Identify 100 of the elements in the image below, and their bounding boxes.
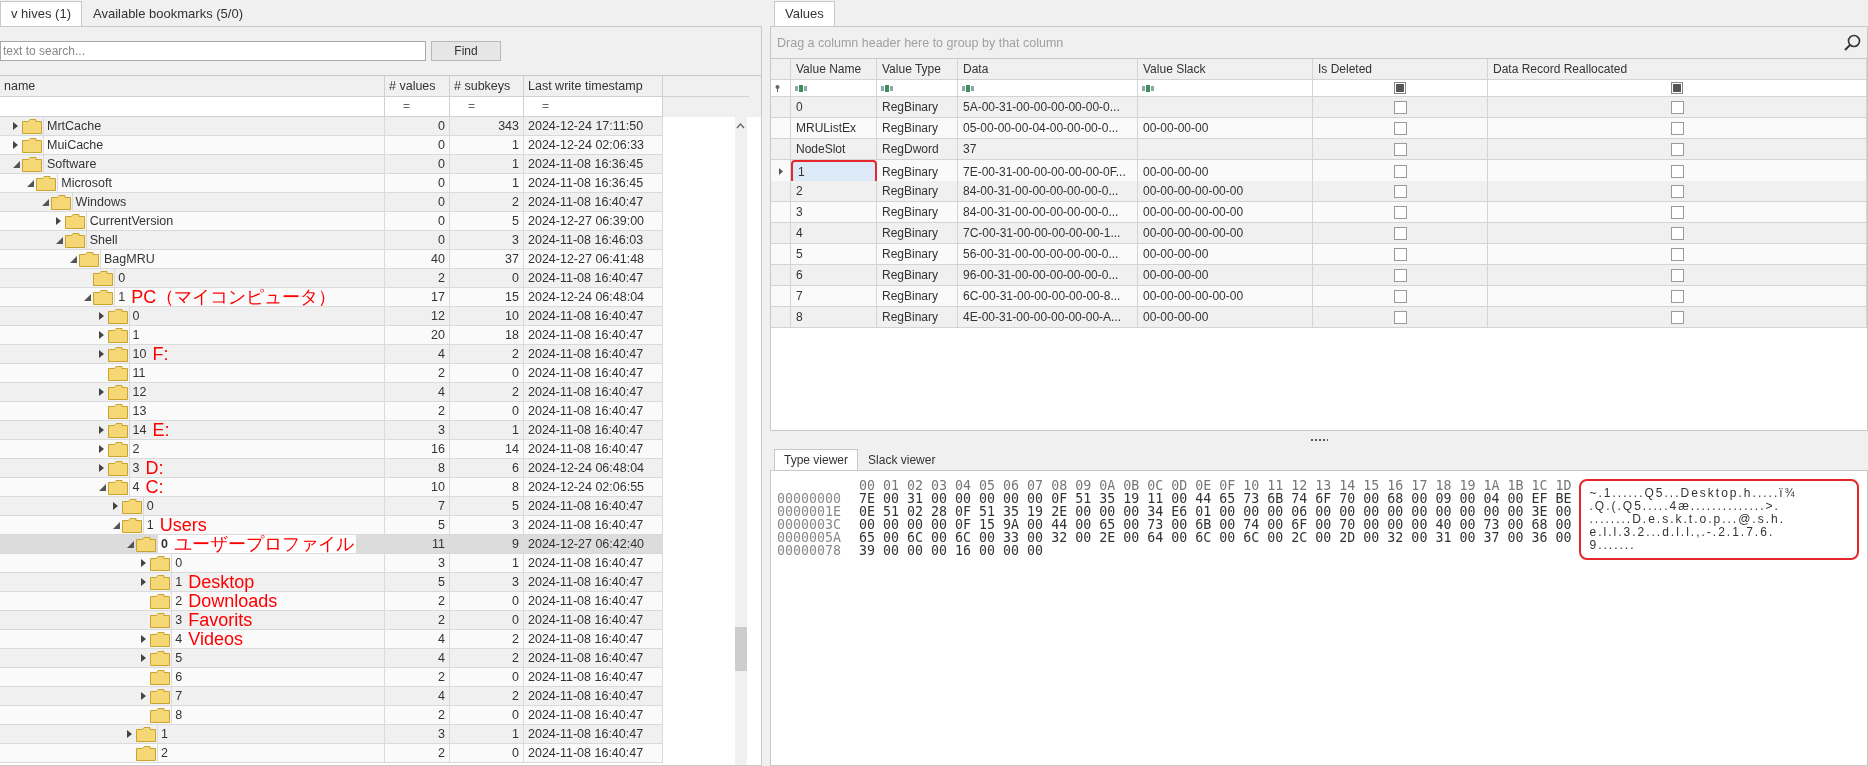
tree-row[interactable]: 2 16 14 2024-11-08 16:40:47 [0, 440, 663, 459]
checkbox[interactable] [1670, 247, 1684, 261]
expand-caret-icon[interactable] [141, 692, 147, 700]
tree-row[interactable]: 0 2 0 2024-11-08 16:40:47 [0, 269, 663, 288]
expand-caret-icon[interactable] [98, 445, 104, 453]
expand-caret-icon[interactable] [141, 578, 147, 586]
collapse-caret-icon[interactable] [27, 179, 35, 187]
expand-caret-icon[interactable] [127, 730, 132, 738]
checkbox[interactable] [1670, 289, 1684, 303]
tab[interactable]: Type viewer [774, 449, 859, 470]
checkbox[interactable] [1393, 121, 1407, 135]
table-row[interactable]: 4 RegBinary 7C-00-31-00-00-00-00-00-1... 00-00-00-00-00-00 [771, 223, 1867, 244]
tree-row[interactable]: 1 20 18 2024-11-08 16:40:47 [0, 326, 663, 345]
tree-row[interactable]: Windows 0 2 2024-11-08 16:40:47 [0, 193, 663, 212]
table-row[interactable]: 8 RegBinary 4E-00-31-00-00-00-00-00-A... 00-00-00-00 [771, 307, 1867, 328]
checkbox[interactable] [1393, 226, 1407, 240]
tree-row[interactable]: 6 2 0 2024-11-08 16:40:47 [0, 668, 663, 687]
checkbox[interactable] [1393, 247, 1407, 261]
table-row[interactable]: 1 RegBinary 7E-00-31-00-00-00-00-00-0F... 00-00-00-00 [771, 160, 1867, 181]
tree-row[interactable]: 1 Desktop 5 3 2024-11-08 16:40:47 [0, 573, 663, 592]
filter-checkbox[interactable] [1671, 82, 1683, 94]
checkbox[interactable] [1393, 310, 1407, 324]
text-filter-icon[interactable] [881, 84, 893, 92]
checkbox[interactable] [1670, 205, 1684, 219]
search-icon[interactable] [1844, 34, 1861, 51]
tree-row[interactable]: 7 4 2 2024-11-08 16:40:47 [0, 687, 663, 706]
table-row[interactable]: NodeSlot RegDword 37 [771, 139, 1867, 160]
collapse-caret-icon[interactable] [70, 255, 77, 263]
checkbox[interactable] [1393, 289, 1407, 303]
tree-row[interactable]: 2 Downloads 2 0 2024-11-08 16:40:47 [0, 592, 663, 611]
tab[interactable]: Values [774, 1, 835, 26]
tree-row[interactable]: 10 F: 4 2 2024-11-08 16:40:47 [0, 345, 663, 364]
checkbox[interactable] [1670, 184, 1684, 198]
tree-row[interactable]: 4 C: 10 8 2024-12-24 02:06:55 [0, 478, 663, 497]
tree-row[interactable]: MrtCache 0 343 2024-12-24 17:11:50 [0, 117, 663, 136]
tree-row[interactable]: 0 3 1 2024-11-08 16:40:47 [0, 554, 663, 573]
search-field[interactable]: text to search... [0, 41, 426, 61]
expand-caret-icon[interactable] [98, 331, 104, 339]
tree-row[interactable]: BagMRU 40 37 2024-12-27 06:41:48 [0, 250, 663, 269]
table-row[interactable]: 3 RegBinary 84-00-31-00-00-00-00-00-0... 00-00-00-00-00-00 [771, 202, 1867, 223]
collapse-caret-icon[interactable] [127, 540, 134, 548]
text-filter-icon[interactable] [962, 84, 974, 92]
find-button[interactable]: Find [431, 41, 501, 61]
table-row[interactable]: MRUListEx RegBinary 05-00-00-00-04-00-00-00-0... 00-00-00-00 [771, 118, 1867, 139]
table-row[interactable]: 2 RegBinary 84-00-31-00-00-00-00-00-0... 00-00-00-00-00-00 [771, 181, 1867, 202]
scroll-thumb[interactable] [735, 627, 747, 671]
expand-caret-icon[interactable] [13, 122, 18, 130]
filter-checkbox[interactable] [1394, 82, 1406, 94]
checkbox[interactable] [1393, 268, 1407, 282]
checkbox[interactable] [1393, 142, 1407, 156]
tree-row[interactable]: 8 2 0 2024-11-08 16:40:47 [0, 706, 663, 725]
checkbox[interactable] [1393, 205, 1407, 219]
tab[interactable]: Available bookmarks (5/0) [81, 1, 255, 26]
tree-row[interactable]: 3 D: 8 6 2024-12-24 06:48:04 [0, 459, 663, 478]
tree-row[interactable]: CurrentVersion 0 5 2024-12-27 06:39:00 [0, 212, 663, 231]
tree-row[interactable]: Software 0 1 2024-11-08 16:36:45 [0, 155, 663, 174]
table-row[interactable]: 7 RegBinary 6C-00-31-00-00-00-00-00-8... 00-00-00-00-00-00 [771, 286, 1867, 307]
scrollbar[interactable] [735, 117, 747, 765]
text-filter-icon[interactable] [795, 84, 807, 92]
checkbox[interactable] [1670, 268, 1684, 282]
table-row[interactable]: 0 RegBinary 5A-00-31-00-00-00-00-00-0... [771, 97, 1867, 118]
filter-operator[interactable]: = [468, 99, 475, 113]
checkbox[interactable] [1670, 310, 1684, 324]
expand-caret-icon[interactable] [141, 559, 147, 567]
tree-row[interactable]: MuiCache 0 1 2024-12-24 02:06:33 [0, 136, 663, 155]
collapse-caret-icon[interactable] [41, 198, 49, 206]
tree-row[interactable]: 1 Users 5 3 2024-11-08 16:40:47 [0, 516, 663, 535]
tree-row[interactable]: Shell 0 3 2024-11-08 16:46:03 [0, 231, 663, 250]
checkbox[interactable] [1670, 142, 1684, 156]
filter-operator[interactable]: = [403, 99, 410, 113]
text-filter-icon[interactable] [1142, 84, 1154, 92]
tab[interactable]: v hives (1) [0, 1, 82, 26]
splitter-handle-icon[interactable] [1310, 438, 1328, 441]
tree-row[interactable]: 12 4 2 2024-11-08 16:40:47 [0, 383, 663, 402]
checkbox[interactable] [1670, 226, 1684, 240]
tree-row[interactable]: 13 2 0 2024-11-08 16:40:47 [0, 402, 663, 421]
expand-caret-icon[interactable] [98, 350, 104, 358]
table-row[interactable]: 6 RegBinary 96-00-31-00-00-00-00-00-0... 00-00-00-00 [771, 265, 1867, 286]
checkbox[interactable] [1393, 165, 1407, 178]
tree-row[interactable]: 4 Videos 4 2 2024-11-08 16:40:47 [0, 630, 663, 649]
expand-caret-icon[interactable] [98, 312, 104, 320]
expand-caret-icon[interactable] [55, 217, 61, 225]
tab[interactable]: Slack viewer [858, 449, 946, 470]
checkbox[interactable] [1670, 100, 1684, 114]
tree-row[interactable]: 11 2 0 2024-11-08 16:40:47 [0, 364, 663, 383]
tree-row[interactable]: 5 4 2 2024-11-08 16:40:47 [0, 649, 663, 668]
expand-caret-icon[interactable] [112, 502, 118, 510]
checkbox[interactable] [1393, 184, 1407, 198]
checkbox[interactable] [1670, 121, 1684, 135]
checkbox[interactable] [1670, 165, 1684, 178]
scroll-up-icon[interactable] [736, 123, 745, 129]
expand-caret-icon[interactable] [98, 426, 104, 434]
tree-row[interactable]: 2 2 0 2024-11-08 16:40:47 [0, 744, 663, 763]
expand-caret-icon[interactable] [141, 635, 147, 643]
expand-caret-icon[interactable] [13, 141, 18, 149]
filter-operator[interactable]: = [542, 99, 549, 113]
tree-row[interactable]: 1 3 1 2024-11-08 16:40:47 [0, 725, 663, 744]
tree-row[interactable]: 14 E: 3 1 2024-11-08 16:40:47 [0, 421, 663, 440]
collapse-caret-icon[interactable] [55, 236, 63, 244]
tree-row[interactable]: 1 PC（マイコンピュータ） 17 15 2024-12-24 06:48:04 [0, 288, 663, 307]
